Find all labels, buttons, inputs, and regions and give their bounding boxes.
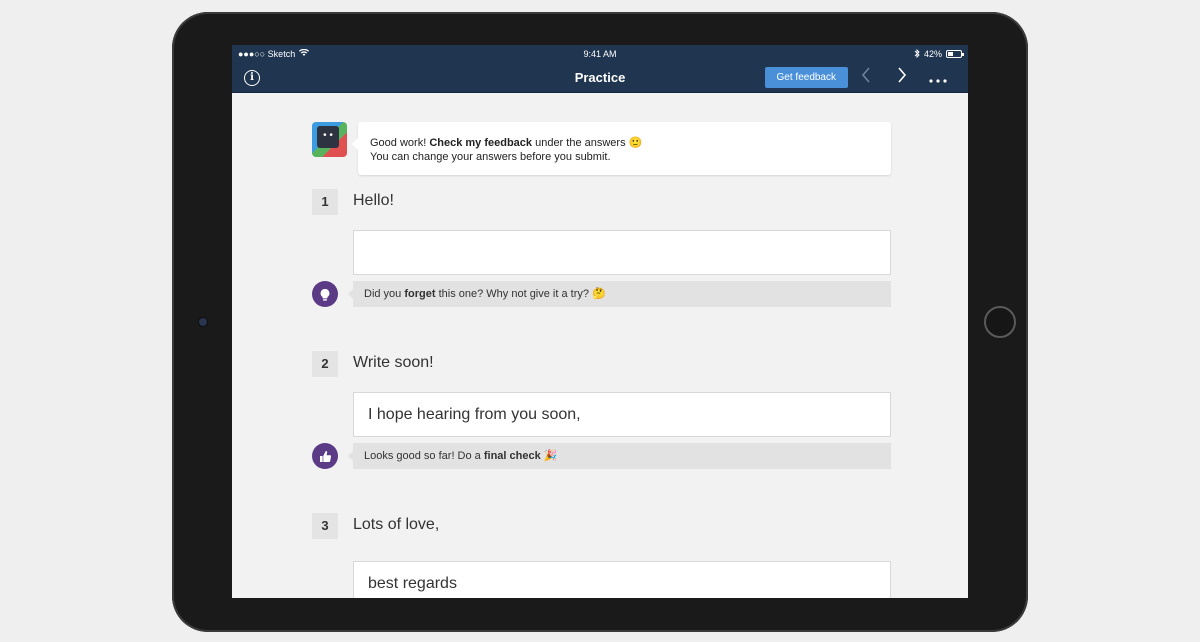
more-icon[interactable] bbox=[920, 70, 956, 86]
chevron-left-icon[interactable] bbox=[848, 67, 884, 88]
feedback-message: Looks good so far! Do a final check 🎉 bbox=[348, 443, 891, 469]
answer-input[interactable]: best regards bbox=[353, 561, 891, 598]
thumbs-up-icon bbox=[312, 443, 338, 469]
feedback-keyword: forget bbox=[404, 288, 436, 300]
mascot-avatar: • • bbox=[312, 122, 347, 157]
check-feedback-link: Check my feedback bbox=[429, 137, 533, 149]
intro-message: Good work! Check my feedback under the a… bbox=[352, 122, 891, 175]
feedback-message: Did you forget this one? Why not give it… bbox=[348, 281, 891, 307]
status-left: ●●●○○ Sketch bbox=[238, 48, 310, 59]
chevron-right-icon[interactable] bbox=[884, 67, 920, 88]
status-time: 9:41 AM bbox=[583, 49, 617, 59]
question-prompt: Lots of love, bbox=[353, 516, 440, 533]
screen: ●●●○○ Sketch 9:41 AM 42% i Practice Get … bbox=[232, 45, 968, 598]
intro-line-2: You can change your answers before you s… bbox=[370, 151, 611, 163]
feedback-text: Looks good so far! Do a bbox=[364, 450, 484, 462]
status-bar: ●●●○○ Sketch 9:41 AM 42% bbox=[232, 45, 968, 63]
carrier-label: ●●●○○ Sketch bbox=[238, 49, 296, 59]
nav-actions: Get feedback bbox=[764, 67, 956, 88]
mascot-face-icon: • • bbox=[317, 126, 339, 148]
battery-icon bbox=[946, 50, 964, 58]
battery-percent: 42% bbox=[923, 49, 942, 59]
question-number: 2 bbox=[312, 351, 338, 377]
wifi-icon bbox=[299, 48, 310, 59]
feedback-text-tail: this one? Why not give it a try? 🤔 bbox=[435, 288, 606, 300]
camera bbox=[199, 318, 207, 326]
feedback-keyword: final check bbox=[483, 450, 541, 462]
question-prompt: Write soon! bbox=[353, 354, 434, 371]
status-right: 42% bbox=[914, 48, 964, 60]
lightbulb-icon bbox=[312, 281, 338, 307]
info-icon[interactable]: i bbox=[244, 69, 260, 86]
bluetooth-icon bbox=[914, 48, 920, 60]
nav-bar: i Practice Get feedback bbox=[232, 63, 968, 93]
question-number: 1 bbox=[312, 189, 338, 215]
answer-input[interactable]: I hope hearing from you soon, bbox=[353, 392, 891, 437]
feedback-text: Did you bbox=[364, 288, 405, 300]
intro-text: Good work! bbox=[370, 137, 430, 149]
get-feedback-button[interactable]: Get feedback bbox=[764, 67, 848, 88]
question-prompt: Hello! bbox=[353, 192, 394, 209]
intro-text-tail: under the answers 🙂 bbox=[532, 137, 643, 149]
question-number: 3 bbox=[312, 513, 338, 539]
intro-line-1: Good work! Check my feedback under the a… bbox=[370, 136, 879, 150]
feedback-text-tail: 🎉 bbox=[540, 450, 558, 462]
answer-input[interactable] bbox=[353, 230, 891, 275]
home-button[interactable] bbox=[984, 306, 1016, 338]
